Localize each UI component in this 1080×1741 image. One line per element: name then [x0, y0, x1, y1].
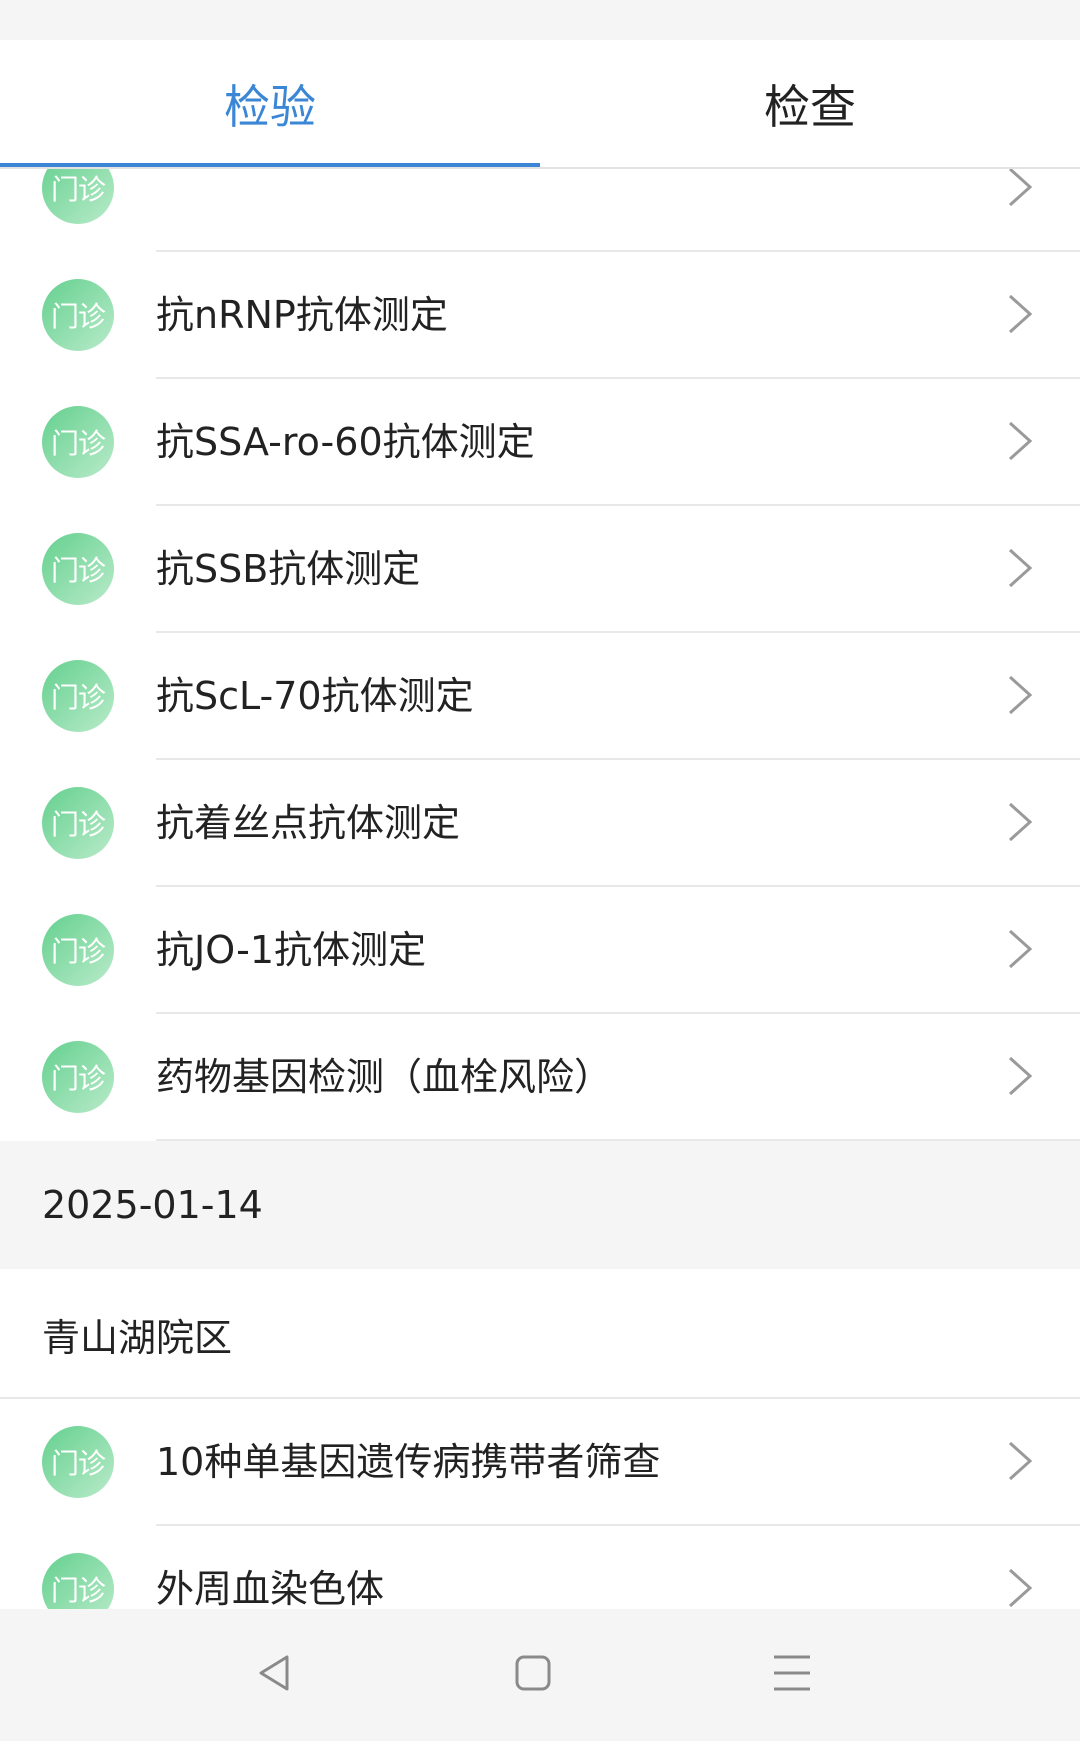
- back-icon[interactable]: [253, 1651, 297, 1695]
- outpatient-badge: 门诊: [42, 914, 114, 986]
- report-list: 门诊 门诊 抗nRNP抗体测定 门诊 抗SSA-ro-60抗体测定 门诊 抗SS…: [0, 169, 1080, 1609]
- tab-bar: 检验 检查: [0, 40, 1080, 167]
- list-item[interactable]: 门诊 抗ScL-70抗体测定: [0, 633, 1080, 760]
- item-name: 抗SSB抗体测定: [156, 547, 421, 591]
- chevron-right-icon: [1008, 169, 1033, 207]
- item-name: 抗着丝点抗体测定: [156, 801, 461, 845]
- outpatient-badge: 门诊: [42, 169, 114, 224]
- campus-name: 青山湖院区: [0, 1269, 1080, 1399]
- tab-divider: [0, 167, 1080, 169]
- tab-inspection[interactable]: 检验: [0, 40, 540, 167]
- list-item[interactable]: 门诊 抗SSB抗体测定: [0, 506, 1080, 633]
- outpatient-badge: 门诊: [42, 533, 114, 605]
- chevron-right-icon: [1008, 421, 1033, 461]
- list-item[interactable]: 门诊 抗JO-1抗体测定: [0, 887, 1080, 1014]
- item-name: 外周血染色体: [156, 1567, 385, 1609]
- report-list-container[interactable]: 门诊 门诊 抗nRNP抗体测定 门诊 抗SSA-ro-60抗体测定 门诊 抗SS…: [0, 169, 1080, 1609]
- tab-examination[interactable]: 检查: [540, 40, 1080, 167]
- list-item[interactable]: 门诊 抗nRNP抗体测定: [0, 252, 1080, 379]
- home-icon[interactable]: [511, 1651, 555, 1695]
- date-header: 2025-01-14: [0, 1141, 1080, 1269]
- list-item[interactable]: 门诊 抗着丝点抗体测定: [0, 760, 1080, 887]
- list-item[interactable]: 门诊 10种单基因遗传病携带者筛查: [0, 1399, 1080, 1526]
- outpatient-badge: 门诊: [42, 406, 114, 478]
- item-name: 抗nRNP抗体测定: [156, 293, 448, 337]
- outpatient-badge: 门诊: [42, 1426, 114, 1498]
- item-name: 抗JO-1抗体测定: [156, 928, 427, 972]
- chevron-right-icon: [1008, 1441, 1033, 1481]
- chevron-right-icon: [1008, 1056, 1033, 1096]
- item-name: 10种单基因遗传病携带者筛查: [156, 1440, 661, 1484]
- chevron-right-icon: [1008, 1568, 1033, 1608]
- outpatient-badge: 门诊: [42, 1553, 114, 1609]
- chevron-right-icon: [1008, 548, 1033, 588]
- item-name: 抗ScL-70抗体测定: [156, 674, 474, 718]
- outpatient-badge: 门诊: [42, 1041, 114, 1113]
- status-bar-area: [0, 0, 1080, 40]
- chevron-right-icon: [1008, 294, 1033, 334]
- outpatient-badge: 门诊: [42, 279, 114, 351]
- outpatient-badge: 门诊: [42, 660, 114, 732]
- list-item[interactable]: 门诊 抗SSA-ro-60抗体测定: [0, 379, 1080, 506]
- item-name: 药物基因检测（血栓风险）: [156, 1055, 613, 1099]
- chevron-right-icon: [1008, 675, 1033, 715]
- system-navigation-bar: [0, 1609, 1080, 1741]
- item-name: 抗SSA-ro-60抗体测定: [156, 420, 535, 464]
- chevron-right-icon: [1008, 929, 1033, 969]
- outpatient-badge: 门诊: [42, 787, 114, 859]
- chevron-right-icon: [1008, 802, 1033, 842]
- list-item[interactable]: 门诊 药物基因检测（血栓风险）: [0, 1014, 1080, 1141]
- menu-icon[interactable]: [770, 1651, 814, 1695]
- list-item[interactable]: 门诊: [0, 169, 1080, 252]
- list-item[interactable]: 门诊 外周血染色体: [0, 1526, 1080, 1609]
